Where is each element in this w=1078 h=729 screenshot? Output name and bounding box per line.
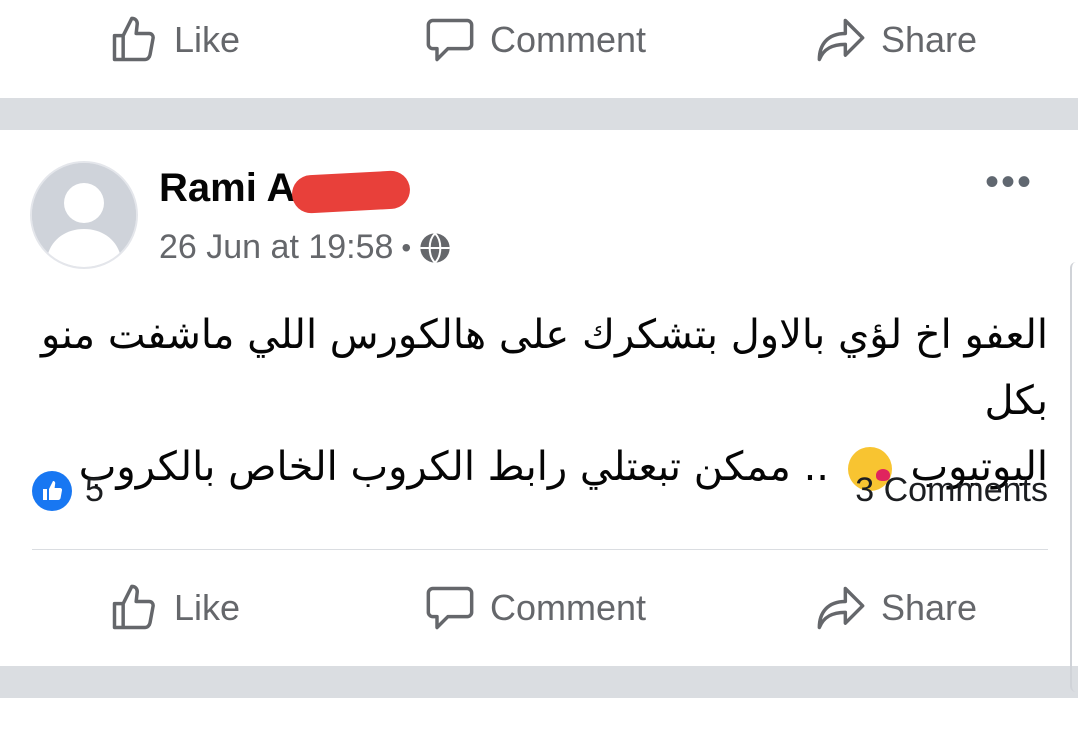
speech-bubble-icon (426, 586, 474, 630)
post-separator (0, 98, 1078, 130)
more-options-button[interactable]: ••• (985, 160, 1033, 205)
share-arrow-icon (817, 18, 865, 62)
post-text-line-1: العفو اخ لؤي بالاول بتشكرك على هالكورس ا… (40, 312, 1048, 424)
scrollbar[interactable] (1070, 262, 1078, 692)
share-label: Share (881, 19, 978, 60)
like-button[interactable]: Like (108, 568, 240, 648)
share-button[interactable]: Share (815, 0, 977, 80)
like-label: Like (174, 587, 241, 628)
previous-post-action-bar: Like Comment Share (0, 0, 1078, 80)
comments-count-link[interactable]: 3 Comments (855, 471, 1048, 510)
timestamp[interactable]: 26 Jun at 19:58 (159, 228, 393, 267)
author-name[interactable]: Rami A (159, 166, 295, 211)
speech-bubble-icon (426, 18, 474, 62)
reaction-count[interactable]: 5 (85, 471, 104, 510)
thumbs-up-icon (43, 481, 63, 500)
like-label: Like (174, 19, 241, 60)
comment-label: Comment (490, 587, 647, 628)
like-reaction-badge[interactable] (32, 471, 72, 511)
avatar[interactable] (32, 163, 136, 267)
thumbs-up-icon (112, 16, 155, 62)
post-meta: 26 Jun at 19:58 • (159, 228, 451, 267)
default-avatar-icon (32, 163, 136, 267)
share-arrow-icon (817, 586, 865, 630)
globe-icon (420, 232, 450, 263)
share-label: Share (881, 587, 978, 628)
redaction-mark (291, 169, 411, 215)
comment-button[interactable]: Comment (424, 0, 646, 80)
post-separator (0, 666, 1078, 698)
comment-button[interactable]: Comment (424, 568, 646, 648)
post-text-rest: .. ممكن تبعتلي رابط الكروب الخاص بالكروب (78, 444, 829, 490)
meta-separator: • (401, 231, 412, 263)
thumbs-up-icon (112, 584, 155, 630)
post-action-bar: Like Comment Share (0, 568, 1078, 648)
share-button[interactable]: Share (815, 568, 977, 648)
comment-label: Comment (490, 19, 647, 60)
like-button[interactable]: Like (108, 0, 240, 80)
divider (32, 549, 1048, 550)
